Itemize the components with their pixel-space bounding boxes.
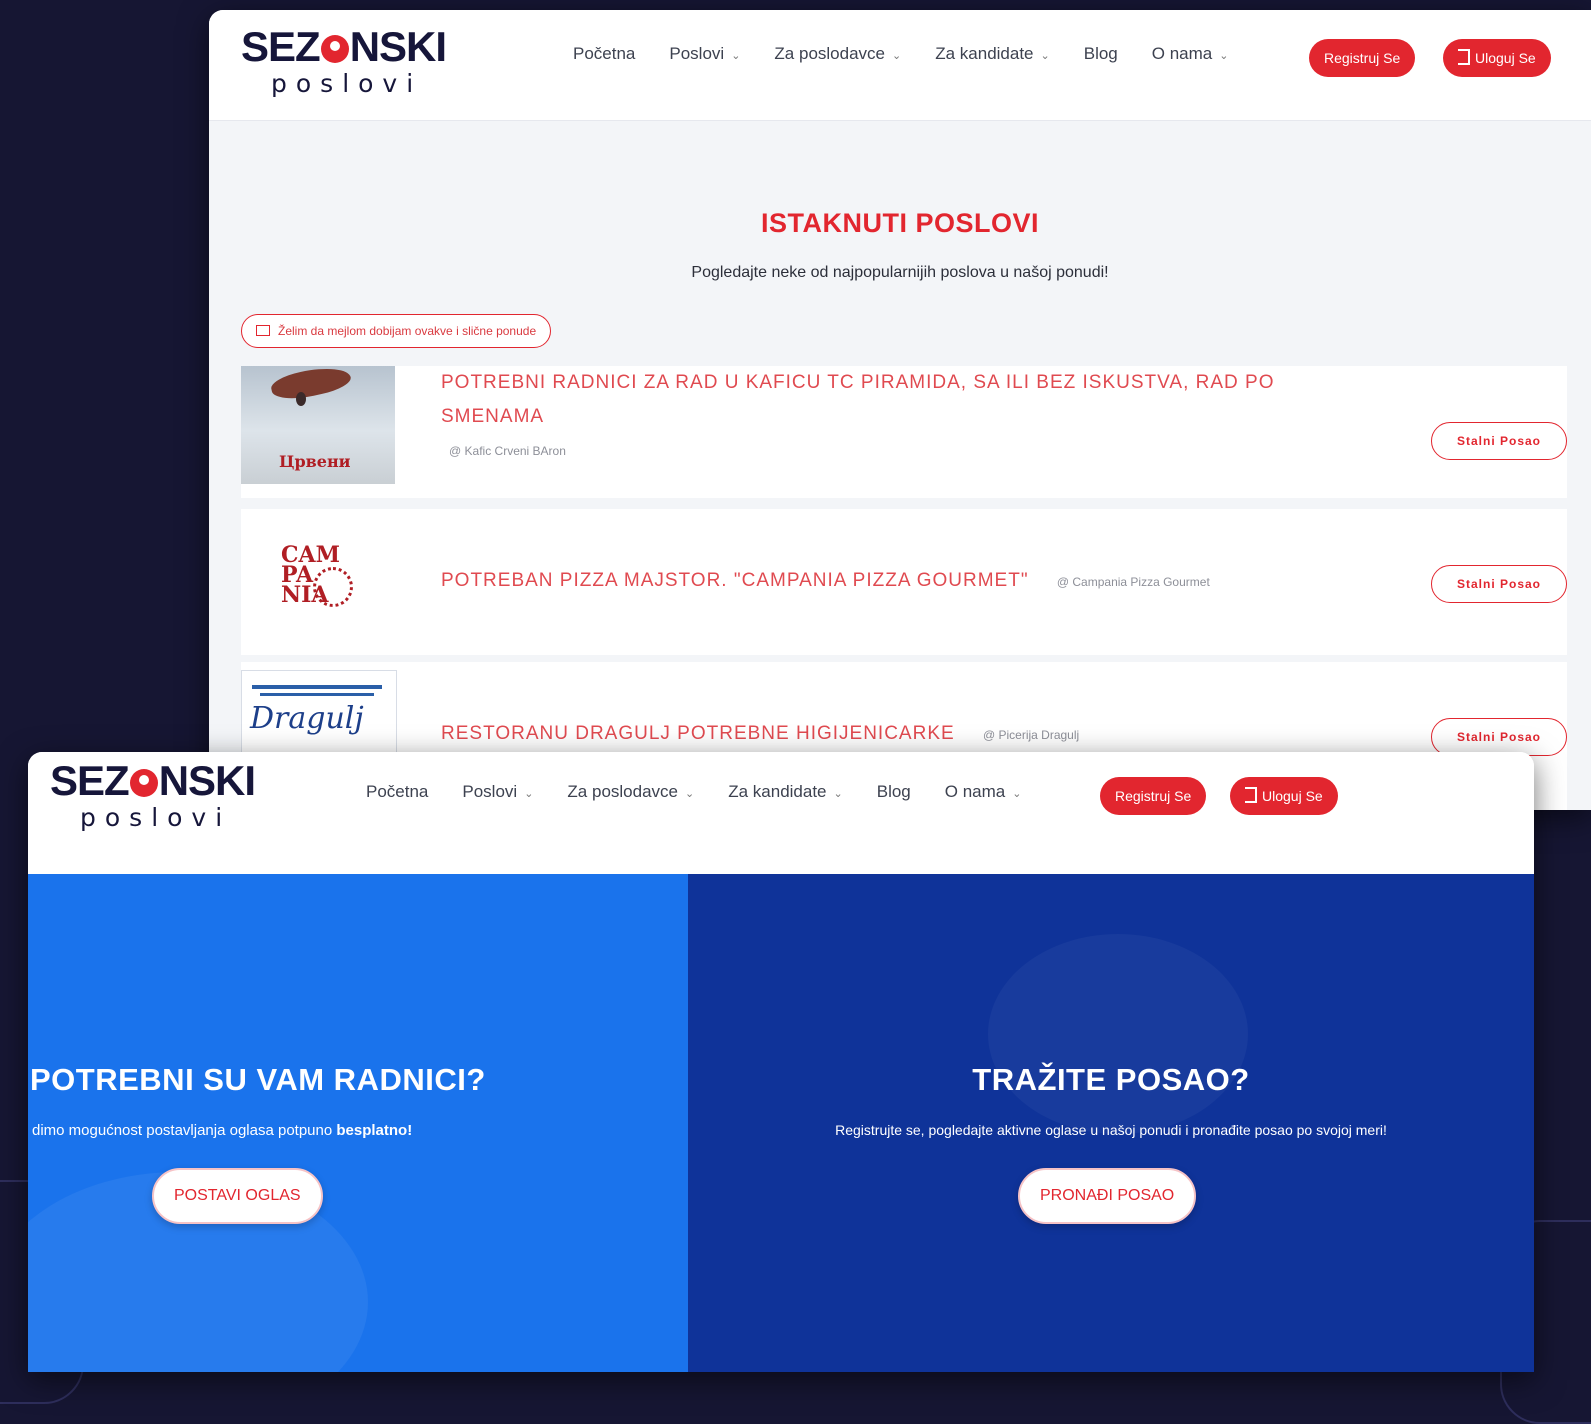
job-row[interactable]: CAM PA NIA POTREBAN PIZZA MAJSTOR. "CAMP… [241, 509, 1567, 655]
job-image: Црвени [241, 366, 395, 484]
nav-candidates[interactable]: Za kandidate ⌄ [728, 782, 843, 802]
nav-jobs-label: Poslovi [462, 782, 518, 801]
nav-jobs-label: Poslovi [669, 44, 725, 63]
nav-jobs[interactable]: Poslovi ⌄ [669, 44, 740, 64]
logo-pin-icon [320, 35, 349, 63]
chevron-down-icon: ⌄ [833, 788, 843, 800]
nav-employers-label: Za poslodavce [567, 782, 678, 801]
nav-about[interactable]: O nama ⌄ [1152, 44, 1229, 64]
employer-hero-title: POTREBNI SU VAM RADNICI? [30, 1062, 486, 1097]
logo-subtitle: poslovi [80, 803, 232, 832]
job-image-text: Dragulj [250, 701, 364, 736]
chevron-down-icon: ⌄ [1219, 50, 1229, 62]
login-button[interactable]: Uloguj Se [1230, 777, 1338, 815]
nav-about-label: O nama [944, 782, 1006, 801]
chevron-down-icon: ⌄ [524, 788, 534, 800]
nav-candidates-label: Za kandidate [728, 782, 827, 801]
job-image-text: Црвени [279, 452, 351, 471]
logo[interactable]: SEZ NSKI poslovi [241, 23, 447, 98]
employer-hero-text-plain: dimo mogućnost postavljanja oglasa potpu… [32, 1122, 337, 1139]
job-type-badge[interactable]: Stalni Posao [1431, 565, 1567, 603]
job-image-text: CAM PA NIA [281, 542, 340, 608]
candidate-hero-panel: TRAŽITE POSAO? Registrujte se, pogledajt… [688, 874, 1534, 1372]
job-title[interactable]: POTREBAN PIZZA MAJSTOR. "CAMPANIA PIZZA … [441, 564, 1210, 599]
job-company: @ Campania Pizza Gourmet [1056, 575, 1210, 589]
find-job-button[interactable]: PRONAĐI POSAO [1018, 1168, 1197, 1224]
job-company: @ Kafic Crveni BAron [449, 444, 566, 458]
navbar: SEZ NSKI poslovi Početna Poslovi ⌄ Za posl… [28, 752, 1534, 874]
job-title[interactable]: POTREBNI RADNICI ZA RAD U KAFICU TC PIRA… [441, 366, 1275, 468]
login-icon [1458, 49, 1470, 65]
nav-home[interactable]: Početna [366, 782, 428, 802]
nav-employers[interactable]: Za poslodavce ⌄ [774, 44, 901, 64]
nav-employers-label: Za poslodavce [774, 44, 885, 63]
logo-text-left: SEZ [241, 23, 321, 70]
email-alert-label: Želim da mejlom dobijam ovakve i slične … [278, 324, 537, 338]
candidate-hero-title: TRAŽITE POSAO? [972, 1062, 1250, 1097]
nav-employers[interactable]: Za poslodavce ⌄ [567, 782, 694, 802]
chevron-down-icon: ⌄ [892, 50, 902, 62]
job-title-line1: POTREBNI RADNICI ZA RAD U KAFICU TC PIRA… [441, 372, 1275, 393]
job-title-text: POTREBAN PIZZA MAJSTOR. "CAMPANIA PIZZA … [441, 570, 1029, 591]
job-title[interactable]: RESTORANU DRAGULJ POTREBNE HIGIJENICARKE… [441, 717, 1079, 752]
job-row[interactable]: Црвени POTREBNI RADNICI ZA RAD U KAFICU … [241, 366, 1567, 498]
nav-home[interactable]: Početna [573, 44, 635, 64]
nav-blog[interactable]: Blog [877, 782, 911, 802]
chevron-down-icon: ⌄ [1040, 50, 1050, 62]
job-type-badge[interactable]: Stalni Posao [1431, 718, 1567, 756]
register-button[interactable]: Registruj Se [1309, 39, 1416, 77]
job-title-line2: SMENAMA [441, 406, 545, 427]
navbar: SEZ NSKI poslovi Početna Poslovi ⌄ Za posl… [209, 10, 1591, 121]
email-alert-button[interactable]: Želim da mejlom dobijam ovakve i slične … [241, 314, 552, 348]
chevron-down-icon: ⌄ [685, 788, 695, 800]
job-type-badge[interactable]: Stalni Posao [1431, 422, 1567, 460]
nav-jobs[interactable]: Poslovi ⌄ [462, 782, 533, 802]
register-button[interactable]: Registruj Se [1100, 777, 1207, 815]
post-ad-button[interactable]: POSTAVI OGLAS [152, 1168, 323, 1224]
nav-about-label: O nama [1151, 44, 1213, 63]
logo-subtitle: poslovi [271, 69, 423, 98]
login-label: Uloguj Se [1475, 50, 1536, 66]
job-title-text: RESTORANU DRAGULJ POTREBNE HIGIJENICARKE [441, 723, 955, 744]
nav-candidates-label: Za kandidate [935, 44, 1034, 63]
logo-text-right: NSKI [158, 757, 256, 804]
mail-icon [256, 325, 270, 336]
nav-menu: Početna Poslovi ⌄ Za poslodavce ⌄ Za kandi… [573, 44, 1228, 64]
featured-subtitle: Pogledajte neke od najpopularnijih poslo… [691, 264, 1109, 281]
login-button[interactable]: Uloguj Se [1443, 39, 1551, 77]
nav-about[interactable]: O nama ⌄ [945, 782, 1022, 802]
chevron-down-icon: ⌄ [731, 50, 741, 62]
featured-jobs-screenshot: SEZ NSKI poslovi Početna Poslovi ⌄ Za posl… [209, 10, 1591, 810]
nav-blog[interactable]: Blog [1084, 44, 1118, 64]
homepage-hero-screenshot: SEZ NSKI poslovi Početna Poslovi ⌄ Za posl… [28, 752, 1534, 1372]
job-image: CAM PA NIA [241, 517, 395, 647]
employer-hero-text-bold: besplatno! [336, 1122, 413, 1139]
login-label: Uloguj Se [1262, 788, 1323, 804]
login-icon [1245, 787, 1257, 803]
employer-hero-panel: POTREBNI SU VAM RADNICI? dimo mogućnost … [28, 874, 688, 1372]
employer-hero-text: dimo mogućnost postavljanja oglasa potpu… [32, 1122, 412, 1139]
hero-background-shape [988, 934, 1248, 1134]
job-company: @ Picerija Dragulj [982, 728, 1080, 742]
nav-menu: Početna Poslovi ⌄ Za poslodavce ⌄ Za kandi… [366, 782, 1021, 802]
logo[interactable]: SEZ NSKI poslovi [50, 757, 256, 832]
nav-candidates[interactable]: Za kandidate ⌄ [935, 44, 1050, 64]
candidate-hero-text: Registrujte se, pogledajte aktivne oglas… [835, 1122, 1387, 1138]
chevron-down-icon: ⌄ [1012, 788, 1022, 800]
featured-title: ISTAKNUTI POSLOVI [760, 208, 1039, 238]
logo-text-right: NSKI [349, 23, 447, 70]
logo-pin-icon [129, 769, 158, 797]
logo-text-left: SEZ [50, 757, 130, 804]
